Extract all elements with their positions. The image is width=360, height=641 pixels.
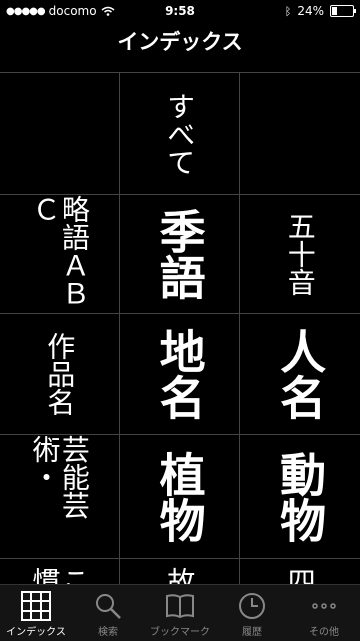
tab-more[interactable]: その他 (288, 585, 360, 641)
grid-cell[interactable]: 芸能芸術・ (0, 435, 120, 559)
grid-cell-label: 人名 (273, 328, 328, 420)
grid-cell-label: 作品名 (43, 332, 77, 416)
grid-cell-label: すべて (163, 91, 197, 176)
grid-cell-label: 芸能芸術・ (28, 435, 91, 519)
grid-cell[interactable]: 季語 (120, 195, 240, 314)
grid-cell-label: 季語 (152, 208, 207, 300)
grid-cell-empty (0, 73, 120, 195)
battery-icon (330, 5, 356, 17)
grid-cell-label: 略語ＡＢＣ (28, 195, 91, 307)
grid-cell[interactable]: 人名 (240, 314, 360, 435)
tab-label: 検索 (98, 627, 118, 638)
more-icon (309, 591, 339, 621)
grid-cell[interactable]: 地名 (120, 314, 240, 435)
status-right: ᛒ 24% (284, 4, 356, 18)
tab-label: ブックマーク (150, 627, 210, 638)
grid-cell-label: 植物 (152, 450, 207, 543)
bluetooth-icon: ᛒ (284, 4, 292, 18)
grid-cell[interactable]: 故 (120, 559, 240, 585)
grid-cell[interactable]: 四 (240, 559, 360, 585)
grid-cell[interactable]: 作品名 (0, 314, 120, 435)
grid-cell[interactable]: 植物 (120, 435, 240, 559)
tab-label: その他 (309, 627, 339, 638)
book-icon (165, 591, 195, 621)
grid-cell-empty (240, 73, 360, 195)
search-icon (94, 591, 122, 621)
grid-cell[interactable]: 動物 (240, 435, 360, 559)
tab-search[interactable]: 検索 (72, 585, 144, 641)
tab-clock[interactable]: 履歴 (216, 585, 288, 641)
tab-grid[interactable]: インデックス (0, 585, 72, 641)
grid-cell[interactable]: 略語ＡＢＣ (0, 195, 120, 314)
index-grid: すべて略語ＡＢＣ 季語 五十音作品名 地名 人名芸能芸術・ 植物 動物こ慣 故 四 (0, 72, 360, 585)
tab-label: インデックス (6, 627, 66, 638)
page-title: インデックス (117, 30, 243, 54)
tab-label: 履歴 (242, 627, 262, 638)
tab-bar: インデックス 検索 ブックマーク 履歴 その他 (0, 584, 360, 641)
grid-cell-label: 故 (163, 567, 197, 585)
grid-cell-label: 四 (283, 567, 317, 585)
grid-cell-label: 動物 (273, 450, 328, 543)
grid-cell[interactable]: こ慣 (0, 559, 120, 585)
tab-book[interactable]: ブックマーク (144, 585, 216, 641)
battery-percent: 24% (297, 4, 324, 18)
grid-cell[interactable]: すべて (120, 73, 240, 195)
grid-cell-label: 地名 (152, 328, 207, 420)
clock-icon (238, 591, 266, 621)
grid-cell-label: 五十音 (283, 212, 317, 296)
grid-cell[interactable]: 五十音 (240, 195, 360, 314)
status-bar: ●●●●● docomo 9:58 ᛒ 24% (0, 0, 360, 22)
grid-cell-label: こ慣 (28, 567, 91, 585)
grid-icon (21, 591, 51, 621)
